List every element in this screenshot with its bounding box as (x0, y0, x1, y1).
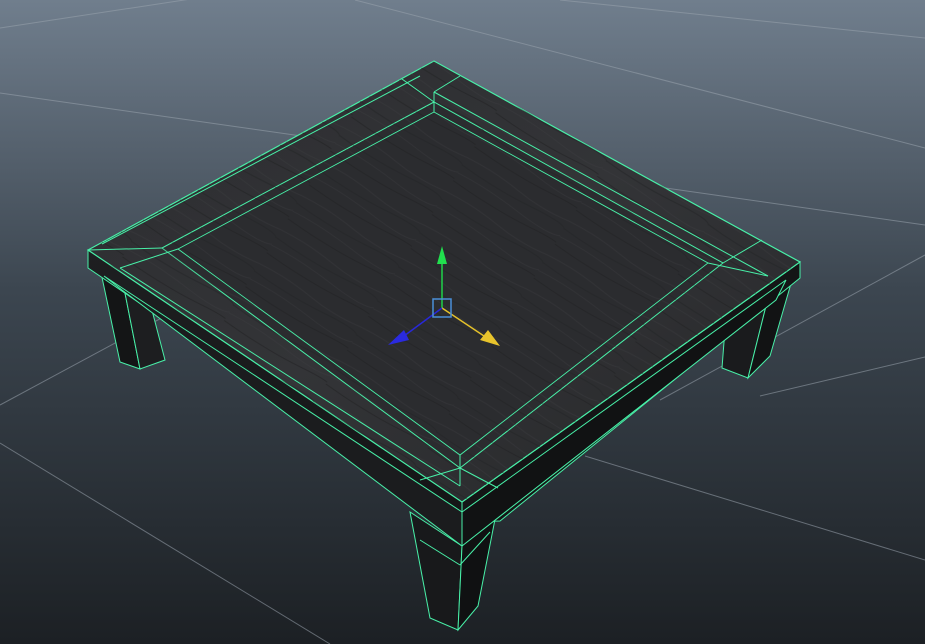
3d-viewport[interactable] (0, 0, 925, 644)
viewport-canvas[interactable] (0, 0, 925, 644)
